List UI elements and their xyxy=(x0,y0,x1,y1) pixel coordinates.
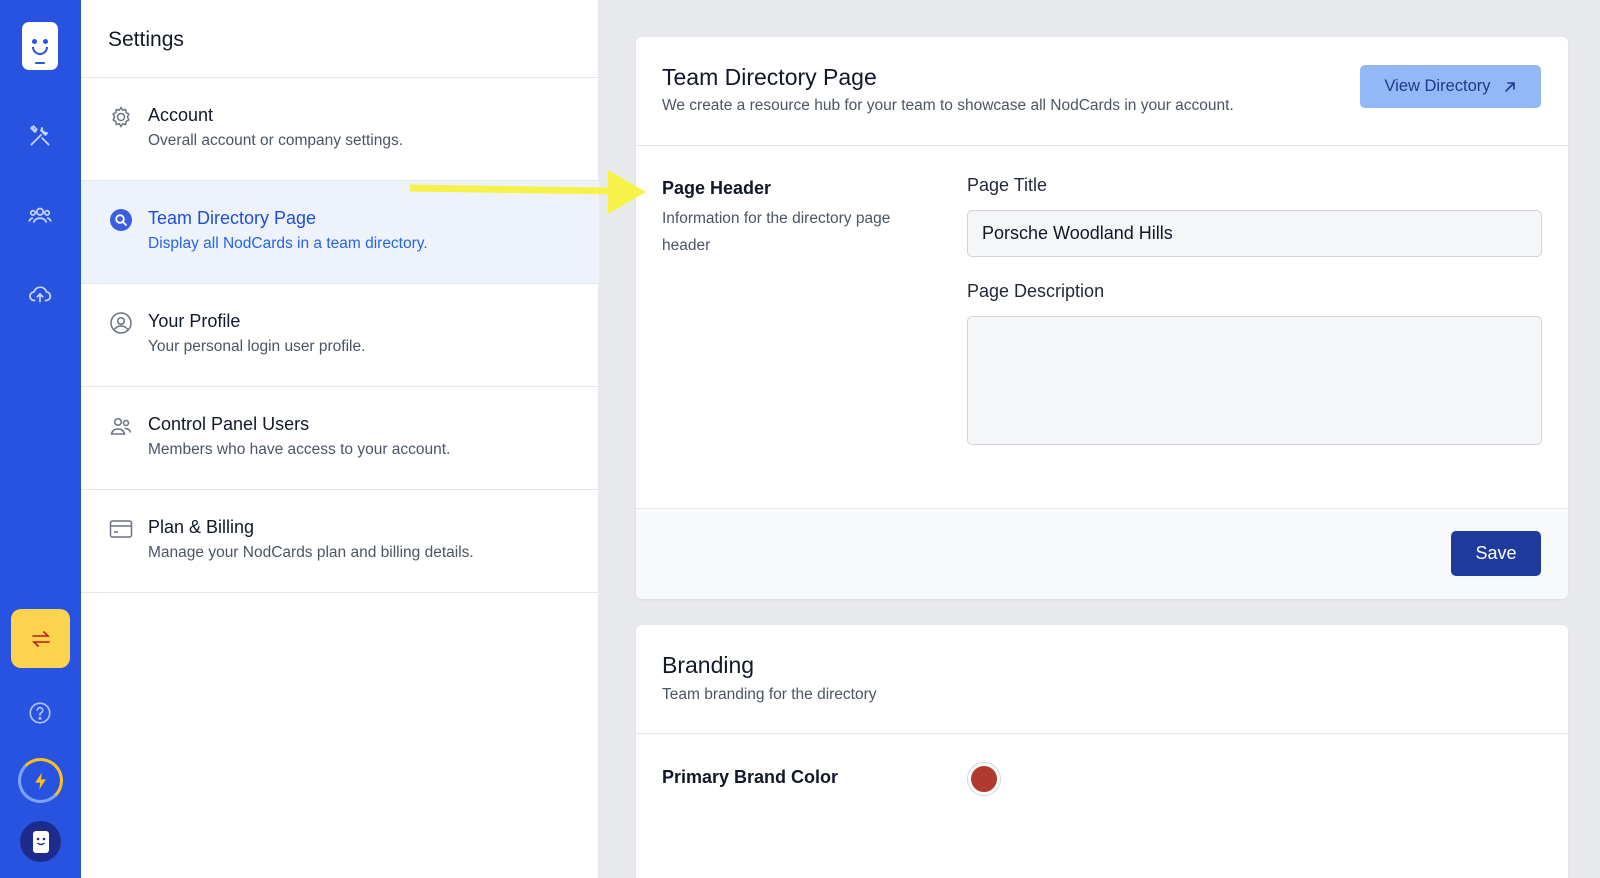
view-directory-label: View Directory xyxy=(1384,77,1491,95)
users-icon xyxy=(109,414,133,438)
team-directory-card: Team Directory Page We create a resource… xyxy=(636,37,1568,599)
settings-item-label: Control Panel Users xyxy=(148,414,310,434)
lightning-bolt-icon[interactable] xyxy=(18,758,63,803)
settings-item-desc: Your personal login user profile. xyxy=(148,338,366,355)
section-description: Information for the directory page heade… xyxy=(662,210,891,254)
help-icon[interactable] xyxy=(25,698,55,728)
settings-item-plan-billing[interactable]: Plan & Billing Manage your NodCards plan… xyxy=(81,490,599,593)
search-circle-icon xyxy=(109,208,133,232)
external-link-icon xyxy=(1504,81,1515,92)
card-title: Team Directory Page xyxy=(662,64,877,90)
settings-panel: Settings Account Overall account or comp… xyxy=(81,0,599,878)
settings-item-desc: Manage your NodCards plan and billing de… xyxy=(148,544,474,561)
settings-item-desc: Members who have access to your account. xyxy=(148,441,451,458)
settings-item-account[interactable]: Account Overall account or company setti… xyxy=(81,78,599,181)
page-title-input[interactable] xyxy=(967,210,1542,257)
switch-account-button[interactable] xyxy=(11,609,70,668)
team-icon[interactable] xyxy=(25,200,55,230)
settings-item-label: Account xyxy=(148,105,214,125)
settings-item-desc: Display all NodCards in a team directory… xyxy=(148,235,428,252)
settings-item-label: Team Directory Page xyxy=(148,208,317,228)
avatar[interactable] xyxy=(20,821,61,862)
view-directory-button[interactable]: View Directory xyxy=(1360,65,1541,108)
user-circle-icon xyxy=(109,311,133,335)
cloud-upload-icon[interactable] xyxy=(25,279,55,309)
settings-title: Settings xyxy=(108,28,184,51)
gear-icon xyxy=(109,105,133,129)
primary-color-swatch[interactable] xyxy=(968,763,1000,795)
annotation-arrow-icon xyxy=(410,170,646,214)
settings-item-control-panel-users[interactable]: Control Panel Users Members who have acc… xyxy=(81,387,599,490)
save-button[interactable]: Save xyxy=(1451,531,1541,576)
page-description-label: Page Description xyxy=(967,281,1105,301)
card-subtitle: We create a resource hub for your team t… xyxy=(662,97,1234,114)
card-footer: Save xyxy=(636,508,1568,599)
settings-item-desc: Overall account or company settings. xyxy=(148,132,404,149)
app-rail xyxy=(0,0,81,878)
settings-item-label: Your Profile xyxy=(148,311,241,331)
credit-card-icon xyxy=(109,517,133,541)
settings-item-label: Plan & Billing xyxy=(148,517,255,537)
settings-item-your-profile[interactable]: Your Profile Your personal login user pr… xyxy=(81,284,599,387)
primary-brand-color-label: Primary Brand Color xyxy=(662,767,839,787)
card-subtitle: Team branding for the directory xyxy=(662,686,877,703)
nodcards-logo-icon[interactable] xyxy=(22,22,58,70)
tools-icon[interactable] xyxy=(25,121,55,151)
page-description-textarea[interactable] xyxy=(967,316,1542,445)
branding-card: Branding Team branding for the directory… xyxy=(636,625,1568,878)
section-title: Page Header xyxy=(662,178,772,198)
page-title-label: Page Title xyxy=(967,175,1048,195)
card-title: Branding xyxy=(662,652,755,678)
